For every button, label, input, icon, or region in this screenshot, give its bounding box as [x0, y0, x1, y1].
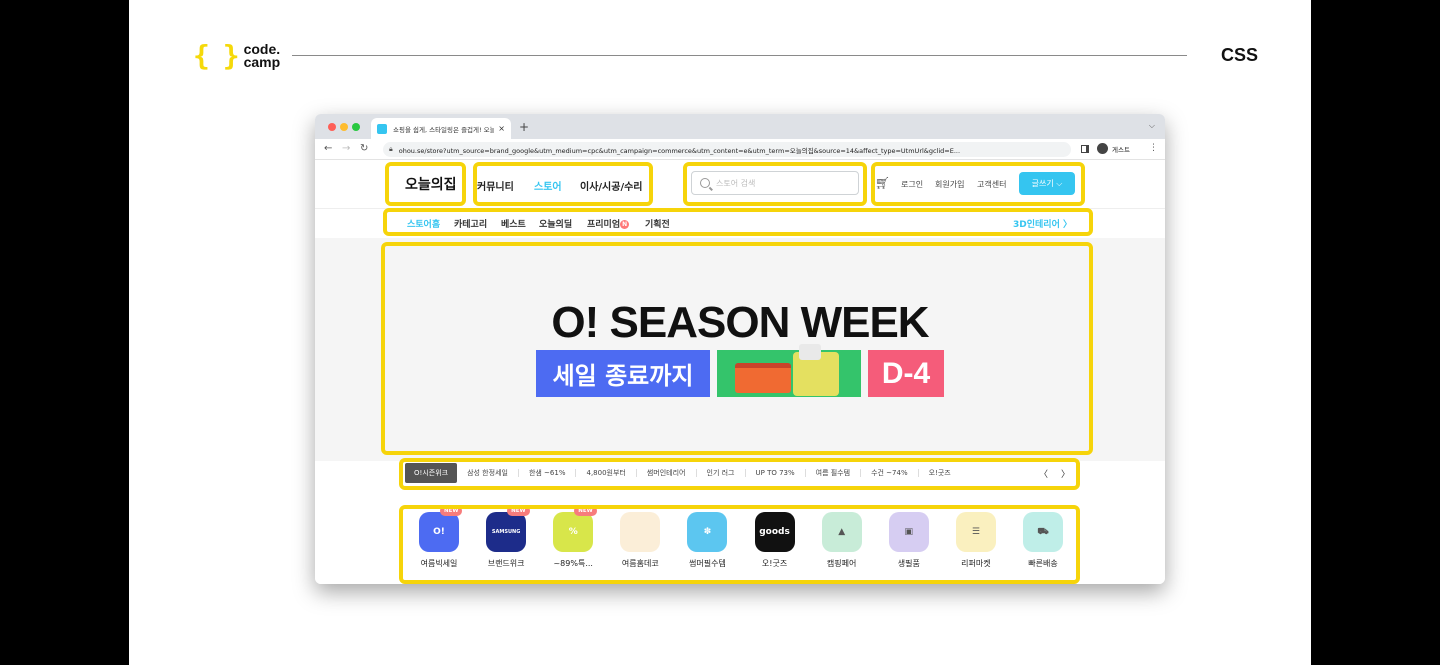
lecture-slide: { } code. camp CSS 쇼핑을 쉽게, 스타일링은 즐겁게! 오늘…	[129, 0, 1311, 665]
tab-close-icon[interactable]: ×	[498, 124, 505, 133]
address-bar: ← → ↻ 🔒︎ ohou.se/store?utm_source=brand_…	[315, 139, 1165, 160]
header-divider	[292, 55, 1187, 56]
highlight-logo	[385, 162, 466, 206]
slide-topic-label: CSS	[1220, 45, 1258, 65]
back-arrow-icon[interactable]: ←	[324, 143, 332, 154]
video-frame: { } code. camp CSS 쇼핑을 쉽게, 스타일링은 즐겁게! 오늘…	[0, 0, 1440, 665]
tab-bar: 쇼핑을 쉽게, 스타일링은 즐겁게! 오늘 × + ⌵	[315, 114, 1165, 139]
highlight-categories	[399, 505, 1080, 584]
web-page: 오늘의집 커뮤니티 스토어 이사/시공/수리 스토어 검색 🛒︎ 로그인 회원가…	[315, 160, 1165, 584]
highlight-chips	[399, 458, 1080, 490]
minimize-window-icon[interactable]	[340, 123, 348, 131]
brace-icon: { }	[193, 39, 240, 72]
url-text: ohou.se/store?utm_source=brand_google&ut…	[398, 146, 961, 155]
close-window-icon[interactable]	[328, 123, 336, 131]
logo-line2: camp	[243, 54, 281, 70]
tab-search-chevron-icon[interactable]: ⌵	[1149, 121, 1155, 131]
tab-title: 쇼핑을 쉽게, 스타일링은 즐겁게! 오늘	[393, 125, 495, 134]
highlight-banner	[381, 242, 1093, 455]
profile-avatar-icon	[1097, 143, 1108, 154]
browser-tab[interactable]: 쇼핑을 쉽게, 스타일링은 즐겁게! 오늘 ×	[371, 118, 511, 139]
profile-button[interactable]: 게스트	[1097, 143, 1130, 154]
profile-name: 게스트	[1112, 145, 1130, 154]
favicon-icon	[377, 123, 387, 134]
highlight-gnb	[473, 162, 653, 206]
new-tab-button[interactable]: +	[519, 120, 529, 134]
highlight-utility	[871, 162, 1085, 206]
reload-icon[interactable]: ↻	[360, 143, 368, 154]
maximize-window-icon[interactable]	[352, 123, 360, 131]
highlight-subnav	[383, 208, 1093, 236]
side-panel-icon[interactable]	[1081, 145, 1089, 153]
forward-arrow-icon[interactable]: →	[342, 143, 350, 154]
browser-window: 쇼핑을 쉽게, 스타일링은 즐겁게! 오늘 × + ⌵ ← → ↻ 🔒︎ oho…	[315, 114, 1165, 584]
more-menu-icon[interactable]: ⋮	[1149, 143, 1158, 153]
codecamp-logo: { } code. camp	[193, 40, 280, 72]
lock-icon[interactable]: 🔒︎	[389, 145, 393, 154]
highlight-search	[683, 162, 867, 206]
url-field[interactable]: 🔒︎ ohou.se/store?utm_source=brand_google…	[383, 142, 1071, 157]
